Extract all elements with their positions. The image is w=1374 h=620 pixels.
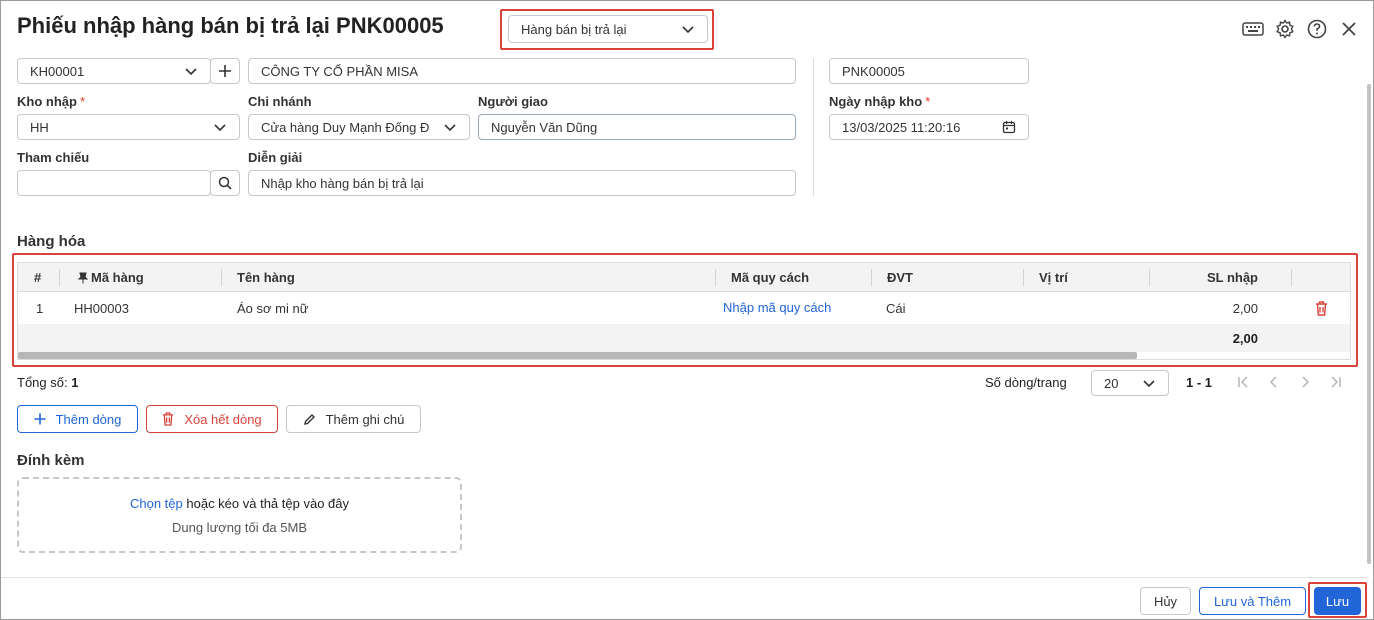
date-value: 13/03/2025 11:20:16 — [842, 119, 961, 135]
prev-page-icon[interactable] — [1267, 375, 1281, 389]
last-page-icon[interactable] — [1329, 375, 1343, 389]
delete-all-rows-label: Xóa hết dòng — [184, 411, 262, 427]
description-value: Nhập kho hàng bán bị trả lại — [261, 175, 424, 191]
rows-per-page-select[interactable]: 20 — [1091, 370, 1169, 396]
warehouse-label: Kho nhập * — [17, 94, 85, 109]
page-range: 1 - 1 — [1186, 375, 1213, 390]
branch-label: Chi nhánh — [248, 94, 312, 109]
highlight-goods-table — [12, 253, 1358, 367]
choose-file-link[interactable]: Chọn tệp — [130, 496, 183, 511]
deliverer-value: Nguyễn Văn Dũng — [491, 119, 598, 135]
add-row-label: Thêm dòng — [55, 411, 122, 427]
highlight-type-select — [500, 9, 714, 50]
goods-section-title: Hàng hóa — [17, 233, 86, 250]
drag-text: hoặc kéo và thả tệp vào đây — [186, 496, 349, 511]
dropzone-text: Chọn tệp hoặc kéo và thả tệp vào đây — [19, 496, 460, 511]
first-page-icon[interactable] — [1236, 375, 1250, 389]
calendar-icon — [1002, 121, 1016, 134]
voucher-number-field[interactable]: PNK00005 — [829, 58, 1029, 84]
add-note-label: Thêm ghi chú — [325, 411, 405, 427]
total-count: Tổng số: 1 — [17, 375, 79, 390]
voucher-number-value: PNK00005 — [842, 63, 905, 79]
chevron-down-icon — [185, 68, 197, 76]
reference-search-button[interactable] — [210, 170, 240, 196]
deliverer-field[interactable]: Nguyễn Văn Dũng — [478, 114, 796, 140]
highlight-save-button — [1308, 582, 1367, 618]
add-note-button[interactable]: Thêm ghi chú — [286, 405, 421, 433]
rows-per-page-value: 20 — [1104, 375, 1119, 391]
reference-input[interactable] — [17, 170, 211, 196]
reference-label: Tham chiếu — [17, 150, 90, 165]
date-label: Ngày nhập kho * — [829, 94, 931, 109]
trash-icon — [163, 412, 174, 426]
branch-select[interactable]: Cửa hàng Duy Mạnh Đống Đ — [248, 114, 470, 140]
customer-code-select[interactable]: KH00001 — [17, 58, 211, 84]
chevron-down-icon — [1143, 380, 1155, 388]
size-limit-text: Dung lượng tối đa 5MB — [171, 520, 308, 535]
pencil-icon — [303, 413, 315, 425]
customer-code-value: KH00001 — [30, 63, 85, 79]
section-divider — [813, 58, 814, 196]
add-row-button[interactable]: Thêm dòng — [17, 405, 138, 433]
attachment-title: Đính kèm — [17, 452, 85, 469]
description-label: Diễn giải — [248, 150, 303, 165]
branch-value: Cửa hàng Duy Mạnh Đống Đ — [261, 119, 430, 135]
description-field[interactable]: Nhập kho hàng bán bị trả lại — [248, 170, 796, 196]
search-icon — [218, 176, 232, 190]
customer-name-value: CÔNG TY CỔ PHẦN MISA — [261, 63, 418, 79]
customer-name-field[interactable]: CÔNG TY CỔ PHẦN MISA — [248, 58, 796, 84]
plus-icon — [219, 65, 231, 77]
chevron-down-icon — [444, 124, 456, 132]
save-and-add-button[interactable]: Lưu và Thêm — [1199, 587, 1306, 615]
file-dropzone[interactable]: Chọn tệp hoặc kéo và thả tệp vào đây Dun… — [17, 477, 462, 553]
rows-per-page-label: Số dòng/trang — [985, 375, 1067, 390]
vertical-scrollbar[interactable] — [1367, 84, 1371, 564]
warehouse-value: HH — [30, 119, 49, 135]
add-customer-button[interactable] — [210, 58, 240, 84]
delete-all-rows-button[interactable]: Xóa hết dòng — [146, 405, 278, 433]
cancel-button[interactable]: Hủy — [1140, 587, 1191, 615]
keyboard-icon[interactable] — [1242, 18, 1264, 40]
plus-icon — [34, 413, 46, 425]
deliverer-label: Người giao — [478, 94, 548, 109]
help-icon[interactable] — [1306, 18, 1328, 40]
close-icon[interactable] — [1338, 18, 1360, 40]
page-title: Phiếu nhập hàng bán bị trả lại PNK00005 — [17, 13, 444, 38]
gear-icon[interactable] — [1274, 18, 1296, 40]
warehouse-select[interactable]: HH — [17, 114, 240, 140]
chevron-down-icon — [214, 124, 226, 132]
date-picker[interactable]: 13/03/2025 11:20:16 — [829, 114, 1029, 140]
next-page-icon[interactable] — [1298, 375, 1312, 389]
